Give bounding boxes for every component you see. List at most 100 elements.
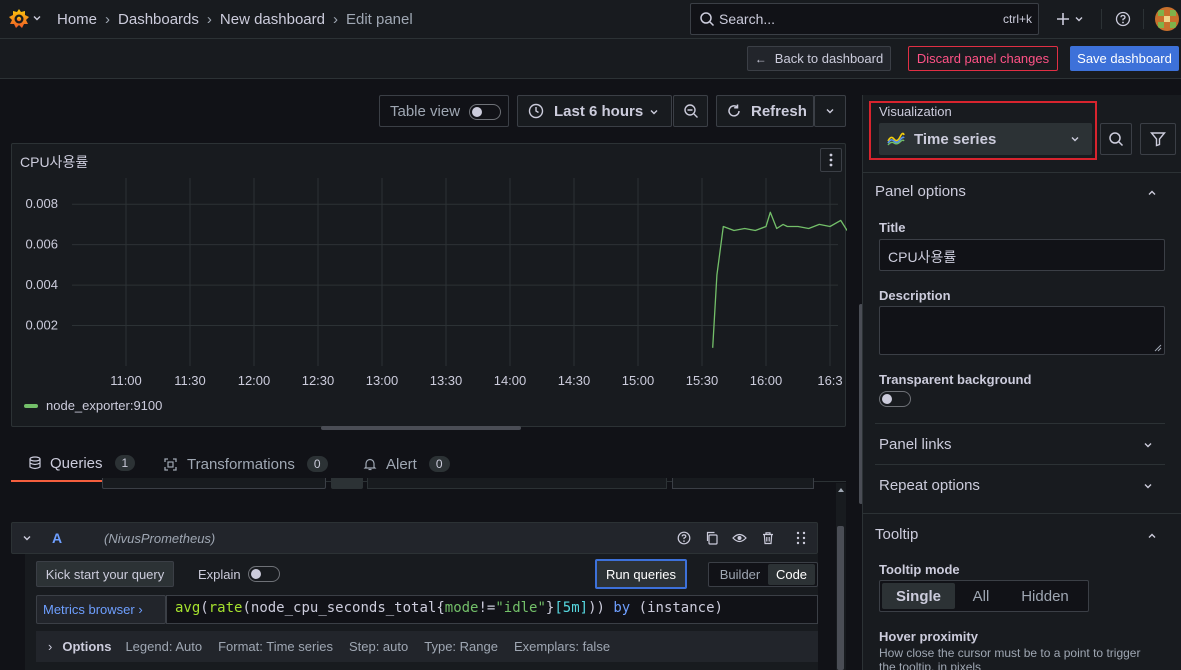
legend-label: node_exporter:9100 [46, 398, 163, 413]
help-icon[interactable] [1115, 11, 1131, 27]
builder-mode-button[interactable]: Builder [712, 564, 768, 585]
hover-proximity-desc-text: How close the cursor must be to a point … [879, 646, 1141, 670]
code-token-label: mode [444, 600, 479, 616]
chevron-right-icon: › [105, 11, 111, 28]
grafana-logo-icon[interactable] [7, 7, 31, 31]
option-format: Format: Time series [218, 639, 333, 654]
scrollbar-thumb[interactable] [837, 526, 844, 670]
search-placeholder: Search... [719, 11, 776, 27]
query-help-icon[interactable] [677, 531, 691, 545]
add-icon[interactable] [1055, 11, 1071, 27]
y-tick-label: 0.002 [25, 318, 58, 333]
option-type: Type: Range [424, 639, 498, 654]
description-textarea[interactable] [879, 306, 1165, 355]
chevron-up-icon [1147, 531, 1157, 541]
tab-label: Alert [386, 455, 417, 473]
transparent-bg-toggle[interactable] [879, 391, 911, 407]
drag-handle-icon[interactable] [796, 531, 806, 545]
resize-handle-icon[interactable] [1154, 344, 1162, 352]
code-mode-button[interactable]: Code [768, 564, 815, 585]
search-bar[interactable]: Search... ctrl+k [690, 3, 1039, 35]
toggle-switch[interactable] [469, 104, 501, 120]
delete-query-trash-icon[interactable] [761, 531, 775, 545]
search-shortcut: ctrl+k [1002, 12, 1032, 26]
legend[interactable]: node_exporter:9100 [24, 398, 162, 413]
query-inspector-button[interactable] [367, 478, 667, 489]
breadcrumb: Home › Dashboards › New dashboard › Edit… [57, 11, 413, 28]
chevron-down-icon[interactable] [1074, 14, 1084, 24]
x-tick-label: 13:30 [430, 373, 463, 388]
back-to-dashboard-button[interactable]: ← Back to dashboard [747, 46, 891, 71]
zoom-out-button[interactable] [673, 95, 708, 127]
panel-options-section-header[interactable]: Panel options [875, 183, 1165, 205]
time-range-picker[interactable]: Last 6 hours [517, 95, 672, 127]
table-view-toggle[interactable]: Table view [379, 95, 509, 127]
hide-query-eye-icon[interactable] [732, 532, 747, 544]
filter-options-button[interactable] [1140, 123, 1176, 155]
x-tick-label: 11:30 [174, 373, 206, 388]
explain-toggle[interactable] [248, 566, 280, 582]
tooltip-mode-hidden[interactable]: Hidden [1006, 583, 1084, 609]
breadcrumb-new-dashboard[interactable]: New dashboard [220, 11, 325, 28]
y-tick-label: 0.004 [25, 277, 58, 292]
title-input[interactable]: CPU사용률 [879, 239, 1165, 271]
option-legend: Legend: Auto [125, 639, 203, 654]
visualization-label: Visualization [879, 104, 952, 119]
divider [875, 464, 1165, 465]
tab-alert[interactable]: Alert 0 [363, 446, 450, 482]
code-token-range: [5m] [554, 600, 589, 616]
divider [875, 423, 1165, 424]
refresh-interval-dropdown[interactable] [814, 95, 846, 127]
breadcrumb-home[interactable]: Home [57, 11, 97, 28]
metrics-browser-label: Metrics browser › [43, 602, 143, 617]
title-input-value: CPU사용률 [888, 249, 957, 265]
refresh-label: Refresh [751, 102, 807, 120]
tooltip-section-header[interactable]: Tooltip [875, 526, 1165, 548]
metrics-browser-button[interactable]: Metrics browser › [36, 595, 166, 624]
panel-links-section-header[interactable]: Panel links [879, 436, 1161, 456]
search-options-button[interactable] [1100, 123, 1132, 155]
divider [863, 172, 1181, 173]
duplicate-query-icon[interactable] [705, 531, 719, 545]
query-ref-id[interactable]: A [52, 530, 62, 546]
datasource-picker[interactable] [102, 478, 326, 489]
breadcrumb-dashboards[interactable]: Dashboards [118, 11, 199, 28]
code-token-paren: )) [588, 600, 605, 616]
panel: CPU사용률 0.008 0.006 0.004 0.002 11:00 11:30 12:… [11, 143, 847, 427]
refresh-button[interactable]: Refresh [716, 95, 814, 127]
chevron-down-icon [1143, 481, 1153, 491]
x-tick-label: 14:00 [494, 373, 527, 388]
options-label: Options [62, 639, 112, 654]
x-tick-label: 12:30 [302, 373, 335, 388]
tooltip-mode-single[interactable]: Single [882, 583, 955, 609]
tab-queries[interactable]: Queries 1 [11, 446, 149, 482]
tab-transformations[interactable]: Transformations 0 [163, 446, 328, 482]
query-options-button[interactable] [331, 478, 363, 489]
query-expression-editor[interactable]: avg(rate(node_cpu_seconds_total{mode!="i… [166, 595, 818, 624]
query-options-row[interactable]: › Options Legend: Auto Format: Time seri… [36, 631, 818, 662]
pane-splitter-handle[interactable] [321, 426, 521, 430]
chevron-down-icon[interactable] [32, 13, 42, 23]
visualization-picker[interactable]: Time series [879, 123, 1092, 155]
expression-button[interactable] [672, 478, 814, 489]
discard-label: Discard panel changes [916, 51, 1050, 66]
divider [863, 513, 1181, 514]
scroll-up-icon[interactable] [837, 486, 845, 494]
avatar[interactable] [1155, 7, 1179, 31]
code-token-metric: node_cpu_seconds_total [250, 600, 437, 616]
save-dashboard-button[interactable]: Save dashboard [1070, 46, 1179, 71]
run-queries-label: Run queries [605, 566, 677, 582]
discard-panel-changes-button[interactable]: Discard panel changes [908, 46, 1058, 71]
time-range-label: Last 6 hours [554, 102, 644, 120]
clock-icon [528, 103, 544, 119]
hover-proximity-description: How close the cursor must be to a point … [879, 646, 1149, 670]
kick-start-query-button[interactable]: Kick start your query [36, 561, 174, 587]
collapse-chevron-icon[interactable] [22, 533, 32, 543]
run-queries-button[interactable]: Run queries [595, 559, 687, 589]
tooltip-mode-all[interactable]: All [958, 583, 1004, 609]
y-tick-label: 0.008 [25, 196, 58, 211]
repeat-options-section-header[interactable]: Repeat options [879, 477, 1161, 497]
time-series-icon [887, 132, 905, 146]
hover-proximity-label: Hover proximity [879, 629, 978, 644]
chevron-down-icon [649, 107, 659, 117]
